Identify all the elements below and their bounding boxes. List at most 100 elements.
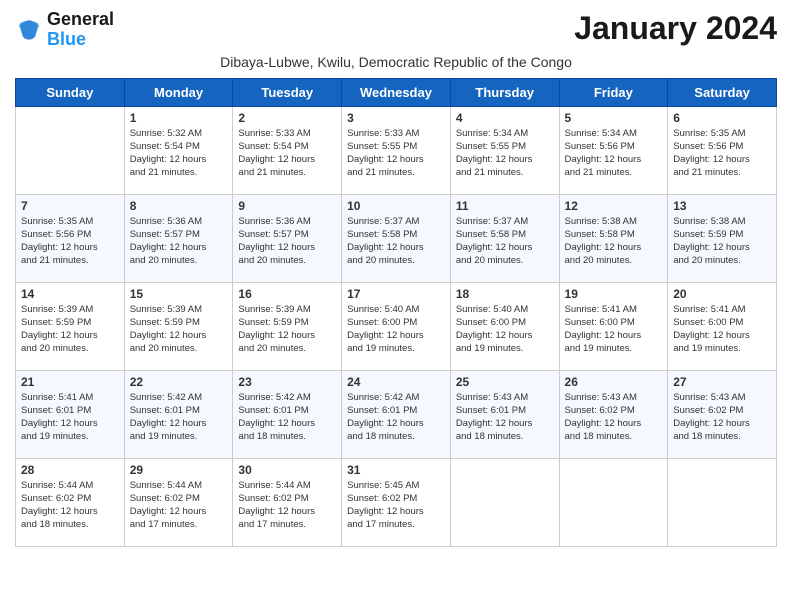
- day-info: Sunrise: 5:41 AM Sunset: 6:01 PM Dayligh…: [21, 391, 119, 444]
- day-info: Sunrise: 5:38 AM Sunset: 5:58 PM Dayligh…: [565, 215, 663, 268]
- day-number: 24: [347, 375, 445, 389]
- calendar-week-row: 28 Sunrise: 5:44 AM Sunset: 6:02 PM Dayli…: [16, 458, 777, 546]
- day-info: Sunrise: 5:40 AM Sunset: 6:00 PM Dayligh…: [456, 303, 554, 356]
- day-info: Sunrise: 5:37 AM Sunset: 5:58 PM Dayligh…: [456, 215, 554, 268]
- calendar-cell: 7 Sunrise: 5:35 AM Sunset: 5:56 PM Daylig…: [16, 194, 125, 282]
- day-number: 31: [347, 463, 445, 477]
- day-number: 22: [130, 375, 228, 389]
- location-subtitle: Dibaya-Lubwe, Kwilu, Democratic Republic…: [15, 54, 777, 70]
- header-tuesday: Tuesday: [233, 78, 342, 106]
- day-info: Sunrise: 5:39 AM Sunset: 5:59 PM Dayligh…: [130, 303, 228, 356]
- day-number: 1: [130, 111, 228, 125]
- page-header: General Blue January 2024: [15, 10, 777, 50]
- day-number: 9: [238, 199, 336, 213]
- day-number: 14: [21, 287, 119, 301]
- day-number: 17: [347, 287, 445, 301]
- day-number: 29: [130, 463, 228, 477]
- calendar-week-row: 1 Sunrise: 5:32 AM Sunset: 5:54 PM Daylig…: [16, 106, 777, 194]
- calendar-cell: 26Sunrise: 5:43 AM Sunset: 6:02 PM Dayli…: [559, 370, 668, 458]
- day-info: Sunrise: 5:43 AM Sunset: 6:01 PM Dayligh…: [456, 391, 554, 444]
- calendar-cell: 13 Sunrise: 5:38 AM Sunset: 5:59 PM Dayli…: [668, 194, 777, 282]
- calendar-cell: 6 Sunrise: 5:35 AM Sunset: 5:56 PM Daylig…: [668, 106, 777, 194]
- calendar-week-row: 21 Sunrise: 5:41 AM Sunset: 6:01 PM Dayli…: [16, 370, 777, 458]
- calendar-cell: 22 Sunrise: 5:42 AM Sunset: 6:01 PM Dayli…: [124, 370, 233, 458]
- calendar-cell: 25 Sunrise: 5:43 AM Sunset: 6:01 PM Dayli…: [450, 370, 559, 458]
- day-info: Sunrise: 5:42 AM Sunset: 6:01 PM Dayligh…: [130, 391, 228, 444]
- day-number: 10: [347, 199, 445, 213]
- day-number: 12: [565, 199, 663, 213]
- day-number: 18: [456, 287, 554, 301]
- month-title: January 2024: [574, 10, 777, 47]
- day-number: 6: [673, 111, 771, 125]
- calendar-cell: 27 Sunrise: 5:43 AM Sunset: 6:02 PM Dayli…: [668, 370, 777, 458]
- day-info: Sunrise: 5:37 AM Sunset: 5:58 PM Dayligh…: [347, 215, 445, 268]
- calendar-table: SundayMondayTuesdayWednesdayThursdayFrid…: [15, 78, 777, 547]
- calendar-cell: 2Sunrise: 5:33 AM Sunset: 5:54 PM Daylig…: [233, 106, 342, 194]
- day-number: 19: [565, 287, 663, 301]
- calendar-week-row: 14 Sunrise: 5:39 AM Sunset: 5:59 PM Dayli…: [16, 282, 777, 370]
- day-info: Sunrise: 5:42 AM Sunset: 6:01 PM Dayligh…: [347, 391, 445, 444]
- calendar-cell: 4 Sunrise: 5:34 AM Sunset: 5:55 PM Daylig…: [450, 106, 559, 194]
- day-info: Sunrise: 5:32 AM Sunset: 5:54 PM Dayligh…: [130, 127, 228, 180]
- calendar-cell: 30 Sunrise: 5:44 AM Sunset: 6:02 PM Dayli…: [233, 458, 342, 546]
- calendar-cell: 14 Sunrise: 5:39 AM Sunset: 5:59 PM Dayli…: [16, 282, 125, 370]
- header-saturday: Saturday: [668, 78, 777, 106]
- day-number: 8: [130, 199, 228, 213]
- day-info: Sunrise: 5:36 AM Sunset: 5:57 PM Dayligh…: [238, 215, 336, 268]
- day-number: 7: [21, 199, 119, 213]
- day-info: Sunrise: 5:39 AM Sunset: 5:59 PM Dayligh…: [238, 303, 336, 356]
- day-number: 25: [456, 375, 554, 389]
- day-info: Sunrise: 5:44 AM Sunset: 6:02 PM Dayligh…: [238, 479, 336, 532]
- header-friday: Friday: [559, 78, 668, 106]
- day-number: 26: [565, 375, 663, 389]
- day-info: Sunrise: 5:45 AM Sunset: 6:02 PM Dayligh…: [347, 479, 445, 532]
- day-number: 5: [565, 111, 663, 125]
- day-number: 16: [238, 287, 336, 301]
- header-monday: Monday: [124, 78, 233, 106]
- day-number: 23: [238, 375, 336, 389]
- day-info: Sunrise: 5:34 AM Sunset: 5:55 PM Dayligh…: [456, 127, 554, 180]
- day-info: Sunrise: 5:36 AM Sunset: 5:57 PM Dayligh…: [130, 215, 228, 268]
- day-info: Sunrise: 5:35 AM Sunset: 5:56 PM Dayligh…: [21, 215, 119, 268]
- title-block: January 2024: [574, 10, 777, 47]
- day-info: Sunrise: 5:35 AM Sunset: 5:56 PM Dayligh…: [673, 127, 771, 180]
- calendar-cell: 5 Sunrise: 5:34 AM Sunset: 5:56 PM Daylig…: [559, 106, 668, 194]
- logo-general: General: [47, 10, 114, 30]
- day-number: 4: [456, 111, 554, 125]
- calendar-cell: 1 Sunrise: 5:32 AM Sunset: 5:54 PM Daylig…: [124, 106, 233, 194]
- calendar-week-row: 7 Sunrise: 5:35 AM Sunset: 5:56 PM Daylig…: [16, 194, 777, 282]
- calendar-cell: 3Sunrise: 5:33 AM Sunset: 5:55 PM Daylig…: [342, 106, 451, 194]
- day-info: Sunrise: 5:34 AM Sunset: 5:56 PM Dayligh…: [565, 127, 663, 180]
- calendar-cell: 15Sunrise: 5:39 AM Sunset: 5:59 PM Dayli…: [124, 282, 233, 370]
- calendar-cell: 10 Sunrise: 5:37 AM Sunset: 5:58 PM Dayli…: [342, 194, 451, 282]
- header-sunday: Sunday: [16, 78, 125, 106]
- calendar-cell: 28Sunrise: 5:44 AM Sunset: 6:02 PM Dayli…: [16, 458, 125, 546]
- day-info: Sunrise: 5:40 AM Sunset: 6:00 PM Dayligh…: [347, 303, 445, 356]
- calendar-cell: [16, 106, 125, 194]
- calendar-cell: 23 Sunrise: 5:42 AM Sunset: 6:01 PM Dayli…: [233, 370, 342, 458]
- day-info: Sunrise: 5:39 AM Sunset: 5:59 PM Dayligh…: [21, 303, 119, 356]
- day-info: Sunrise: 5:33 AM Sunset: 5:55 PM Dayligh…: [347, 127, 445, 180]
- calendar-cell: 9 Sunrise: 5:36 AM Sunset: 5:57 PM Daylig…: [233, 194, 342, 282]
- calendar-cell: 18 Sunrise: 5:40 AM Sunset: 6:00 PM Dayli…: [450, 282, 559, 370]
- calendar-cell: [559, 458, 668, 546]
- header-wednesday: Wednesday: [342, 78, 451, 106]
- day-number: 30: [238, 463, 336, 477]
- day-number: 27: [673, 375, 771, 389]
- calendar-cell: 16 Sunrise: 5:39 AM Sunset: 5:59 PM Dayli…: [233, 282, 342, 370]
- day-info: Sunrise: 5:41 AM Sunset: 6:00 PM Dayligh…: [565, 303, 663, 356]
- logo-icon: [15, 16, 43, 44]
- day-number: 28: [21, 463, 119, 477]
- day-number: 21: [21, 375, 119, 389]
- calendar-cell: 17 Sunrise: 5:40 AM Sunset: 6:00 PM Dayli…: [342, 282, 451, 370]
- day-info: Sunrise: 5:42 AM Sunset: 6:01 PM Dayligh…: [238, 391, 336, 444]
- day-number: 11: [456, 199, 554, 213]
- logo-blue: Blue: [47, 30, 114, 50]
- day-number: 20: [673, 287, 771, 301]
- day-info: Sunrise: 5:43 AM Sunset: 6:02 PM Dayligh…: [673, 391, 771, 444]
- day-info: Sunrise: 5:38 AM Sunset: 5:59 PM Dayligh…: [673, 215, 771, 268]
- day-number: 13: [673, 199, 771, 213]
- header-thursday: Thursday: [450, 78, 559, 106]
- day-info: Sunrise: 5:33 AM Sunset: 5:54 PM Dayligh…: [238, 127, 336, 180]
- calendar-cell: 20Sunrise: 5:41 AM Sunset: 6:00 PM Dayli…: [668, 282, 777, 370]
